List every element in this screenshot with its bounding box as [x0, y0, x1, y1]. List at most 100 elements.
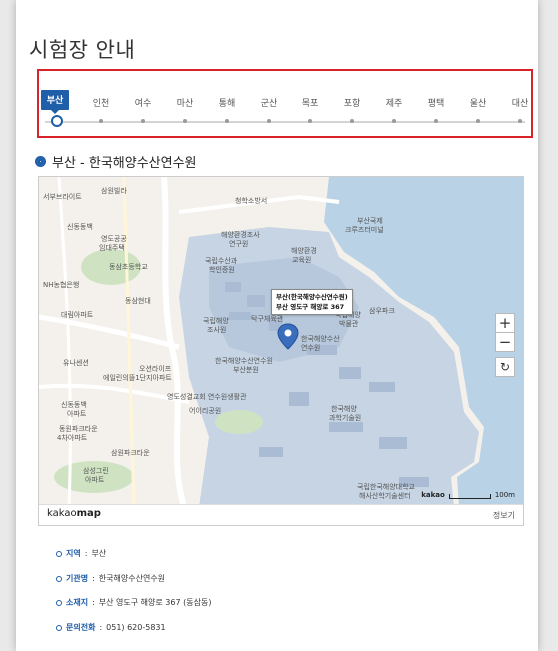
info-region: 지역 : 부산	[56, 548, 106, 559]
map-label: 영도공공	[101, 235, 127, 243]
tab-jeju[interactable]: 제주	[374, 96, 414, 109]
map-label: 삼성그린	[83, 467, 109, 475]
info-sep: :	[92, 574, 95, 583]
page-title: 시험장 안내	[29, 38, 136, 62]
tab-ulsan[interactable]: 울산	[458, 96, 498, 109]
ring-bullet-icon	[56, 550, 62, 557]
map-label: 국립수산과	[205, 257, 238, 265]
map-label: 학인증원	[209, 266, 235, 274]
tab-dot	[308, 119, 312, 123]
map-label: 청학소방서	[235, 197, 268, 205]
page: 시험장 안내 부산 인천 여수 마산 통해 군산 목포 포항 제주 평택 울산 …	[16, 0, 538, 651]
tab-mokpo[interactable]: 목포	[290, 96, 330, 109]
scale-brand: kakao	[421, 491, 445, 499]
info-key: 지역	[66, 549, 81, 558]
logo-main: kakao	[47, 508, 77, 519]
map-label: 삼원빌라	[101, 187, 127, 195]
map-label: 삼우파크	[369, 307, 395, 315]
map-label: 국립한국해양대학교	[357, 483, 415, 491]
map-label: 에일린의뜰1단지아파트	[103, 374, 172, 382]
map-footer: kakaomap 정보기	[39, 504, 523, 525]
zoom-in-button[interactable]: +	[495, 313, 515, 333]
map-label: 서부브라이트	[43, 193, 82, 201]
map-label: 아파트	[67, 410, 87, 418]
location-heading: 부산 - 한국해양수산연수원	[35, 152, 197, 171]
tab-dot	[267, 119, 271, 123]
map-label: 4차아파트	[57, 434, 88, 442]
map-label: 유나센션	[63, 359, 89, 367]
tab-pyeongtaek[interactable]: 평택	[416, 96, 456, 109]
map-label: 조사원	[207, 326, 227, 334]
map-label: 박물관	[339, 320, 359, 328]
tab-daesan[interactable]: 대산	[500, 96, 540, 109]
scale-value: 100m	[494, 491, 515, 499]
tab-masan[interactable]: 마산	[165, 96, 205, 109]
tab-dot	[434, 119, 438, 123]
info-value: 한국해양수산연수원	[98, 574, 166, 583]
map-label: 신동동백	[67, 223, 93, 231]
tab-busan[interactable]: 부산	[41, 90, 69, 114]
info-value: 051) 620-5831	[106, 623, 166, 632]
tab-dot	[141, 119, 145, 123]
tab-dot	[225, 119, 229, 123]
map-label: 해양환경조사	[221, 231, 260, 239]
map-label: 해사산학기술센터	[359, 492, 411, 500]
tab-donghae[interactable]: 통해	[207, 96, 247, 109]
map-label: 대림아파트	[61, 311, 94, 319]
ring-bullet-icon	[56, 575, 62, 582]
kakaomap-logo[interactable]: kakaomap	[47, 508, 101, 519]
map-label: 크루즈터미널	[345, 226, 384, 234]
logo-sub: map	[76, 508, 101, 519]
map[interactable]: 서부브라이트 삼원빌라 청학소방서 부산국제 크루즈터미널 해양환경조사 연구원…	[38, 176, 524, 526]
map-label: 오션라이프	[139, 365, 172, 373]
map-label: 연구원	[229, 240, 249, 248]
map-label: 영도성결교회 연수원생활관	[167, 393, 247, 401]
tab-incheon[interactable]: 인천	[81, 96, 121, 109]
exam-site-tabs: 부산 인천 여수 마산 통해 군산 목포 포항 제주 평택 울산 대산	[37, 69, 533, 138]
map-view-link[interactable]: 정보기	[493, 510, 515, 521]
tab-track	[45, 121, 525, 123]
info-sep: :	[99, 623, 103, 632]
map-label: 부산국제	[357, 217, 383, 225]
map-label: 아파트	[85, 476, 105, 484]
popup-title: 부산(한국해양수산연수원)	[276, 293, 348, 301]
map-label: 동삼현대	[125, 297, 151, 305]
map-label: 신동동백	[61, 401, 87, 409]
map-label: 동원파크타운	[59, 425, 98, 433]
map-label: 해양환경	[291, 247, 317, 255]
map-label: 교육원	[292, 256, 312, 264]
refresh-icon[interactable]: ↻	[495, 357, 515, 377]
popup-address: 부산 영도구 해양로 367	[276, 303, 345, 311]
location-bullet-icon	[35, 156, 46, 167]
map-label: 과학기술원	[329, 414, 362, 422]
map-label: 국립해양	[203, 317, 229, 325]
tab-dot-active	[51, 115, 63, 127]
tab-gunsan[interactable]: 군산	[249, 96, 289, 109]
info-institution: 기관명 : 한국해양수산연수원	[56, 573, 165, 584]
map-marker-popup[interactable]: 부산(한국해양수산연수원) 부산 영도구 해양로 367	[271, 289, 353, 315]
location-heading-text: 부산 - 한국해양수산연수원	[52, 156, 197, 171]
zoom-out-button[interactable]: −	[495, 332, 515, 352]
info-key: 문의전화	[66, 623, 96, 632]
tab-dot	[476, 119, 480, 123]
map-scale: kakao 100m	[421, 491, 515, 499]
map-label: 한국해양	[331, 405, 357, 413]
map-label: 한국해양수산연수원	[215, 357, 273, 365]
tab-dot	[518, 119, 522, 123]
info-phone: 문의전화 : 051) 620-5831	[56, 622, 166, 633]
tab-pohang[interactable]: 포항	[332, 96, 372, 109]
info-key: 소재지	[66, 598, 89, 607]
map-label: 탁구체육관	[251, 315, 284, 323]
map-label: 어이리공원	[189, 407, 222, 415]
tab-yeosu[interactable]: 여수	[123, 96, 163, 109]
info-value: 부산 영도구 해양로 367 (동삼동)	[98, 598, 212, 607]
tab-dot	[183, 119, 187, 123]
info-address: 소재지 : 부산 영도구 해양로 367 (동삼동)	[56, 597, 211, 608]
tab-dot	[350, 119, 354, 123]
map-label: NH농협은행	[43, 281, 80, 289]
scale-bar	[448, 494, 491, 499]
info-sep: :	[84, 549, 88, 558]
ring-bullet-icon	[56, 599, 62, 606]
map-label: 삼원파크타운	[111, 449, 150, 457]
map-label: 동삼초등학교	[109, 263, 148, 271]
